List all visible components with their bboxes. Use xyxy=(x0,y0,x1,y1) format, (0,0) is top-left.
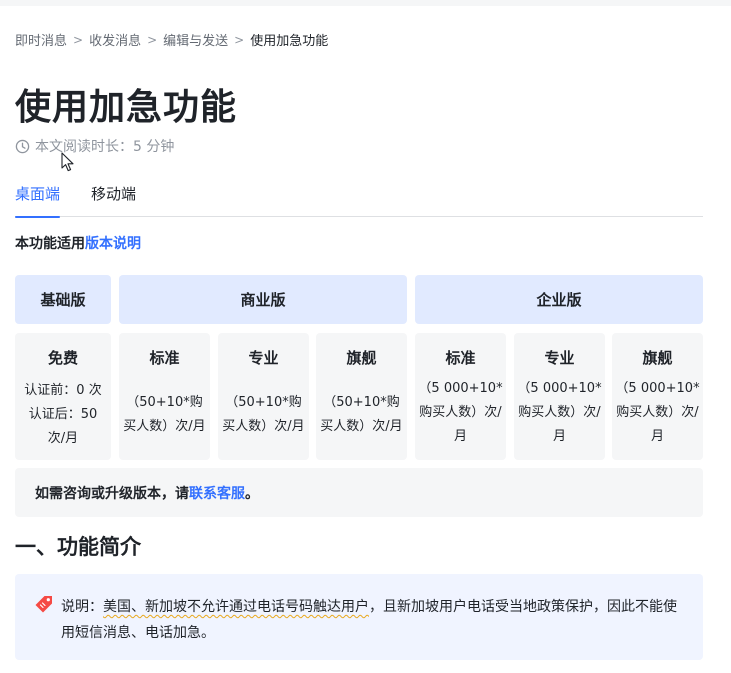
plan-business-flagship: 旗舰 （50+10*购买人数）次/月 xyxy=(316,333,407,460)
plan-name: 标准 xyxy=(149,349,180,367)
edition-enterprise: 企业版 xyxy=(415,275,703,324)
plan-name: 旗舰 xyxy=(346,349,377,367)
applies-prefix: 本功能适用 xyxy=(15,236,85,252)
page-title: 使用加急功能 xyxy=(15,87,238,128)
plan-quota-after: 认证后：50 次/月 xyxy=(28,407,98,446)
plan-name: 专业 xyxy=(544,349,575,367)
read-time-text: 本文阅读时长：5 分钟 xyxy=(35,139,175,155)
section-title: 一、功能简介 xyxy=(15,535,141,559)
breadcrumb-separator: > xyxy=(73,32,84,47)
plan-name: 专业 xyxy=(248,349,279,367)
contact-prefix: 如需咨询或升级版本，请 xyxy=(35,485,189,502)
plan-free: 免费 认证前：0 次 认证后：50 次/月 xyxy=(15,333,111,460)
top-bar xyxy=(0,0,731,6)
plan-quota: （50+10*购买人数）次/月 xyxy=(320,395,403,434)
plan-name: 免费 xyxy=(47,349,78,367)
plan-name: 旗舰 xyxy=(642,349,673,367)
breadcrumb-separator: > xyxy=(234,32,245,47)
note-prefix: 说明： xyxy=(61,599,103,615)
note-underlined-text: 美国、新加坡不允许通过电话号码触达用户 xyxy=(103,599,369,615)
tab-mobile[interactable]: 移动端 xyxy=(91,183,136,217)
clock-icon xyxy=(15,139,30,153)
contact-support-link[interactable]: 联系客服 xyxy=(189,483,245,503)
breadcrumb-item-messages[interactable]: 收发消息 xyxy=(89,30,141,49)
plan-quota: （50+10*购买人数）次/月 xyxy=(222,395,305,434)
version-info-link[interactable]: 版本说明 xyxy=(85,236,141,252)
plan-business-standard: 标准 （50+10*购买人数）次/月 xyxy=(119,333,210,460)
edition-basic: 基础版 xyxy=(15,275,111,324)
breadcrumb-item-im[interactable]: 即时消息 xyxy=(15,30,67,49)
plan-enterprise-flagship: 旗舰 （5 000+10*购买人数）次/月 xyxy=(612,333,703,460)
plan-quota: （50+10*购买人数）次/月 xyxy=(123,395,206,434)
plan-quota: （5 000+10*购买人数）次/月 xyxy=(418,381,503,444)
contact-suffix: 。 xyxy=(245,485,259,502)
plan-quota: （5 000+10*购买人数）次/月 xyxy=(517,381,602,444)
tab-desktop[interactable]: 桌面端 xyxy=(15,183,61,218)
breadcrumb-item-edit-send[interactable]: 编辑与发送 xyxy=(163,30,228,49)
tag-icon xyxy=(35,596,52,613)
breadcrumb-item-current: 使用加急功能 xyxy=(250,34,329,49)
note-callout: 说明：美国、新加坡不允许通过电话号码触达用户，且新加坡用户电话受当地政策保护，因… xyxy=(15,574,703,660)
mouse-cursor-icon xyxy=(61,152,74,172)
note-text: 说明：美国、新加坡不允许通过电话号码触达用户，且新加坡用户电话受当地政策保护，因… xyxy=(61,594,685,646)
plan-enterprise-standard: 标准 （5 000+10*购买人数）次/月 xyxy=(415,333,506,460)
plan-business-pro: 专业 （50+10*购买人数）次/月 xyxy=(218,333,309,460)
edition-business: 商业版 xyxy=(119,275,407,324)
plan-enterprise-pro: 专业 （5 000+10*购买人数）次/月 xyxy=(514,333,605,460)
breadcrumb-separator: > xyxy=(147,32,158,47)
applies-to: 本功能适用版本说明 xyxy=(15,233,141,253)
read-time: 本文阅读时长：5 分钟 xyxy=(15,136,174,156)
plan-quota-before: 认证前：0 次 xyxy=(24,383,102,398)
contact-banner: 如需咨询或升级版本，请 联系客服。 xyxy=(15,468,703,517)
breadcrumb: 即时消息 > 收发消息 > 编辑与发送 > 使用加急功能 xyxy=(15,30,329,50)
platform-tabs: 桌面端 移动端 xyxy=(15,183,703,218)
plan-quota: （5 000+10*购买人数）次/月 xyxy=(615,381,700,444)
plan-name: 标准 xyxy=(445,349,476,367)
